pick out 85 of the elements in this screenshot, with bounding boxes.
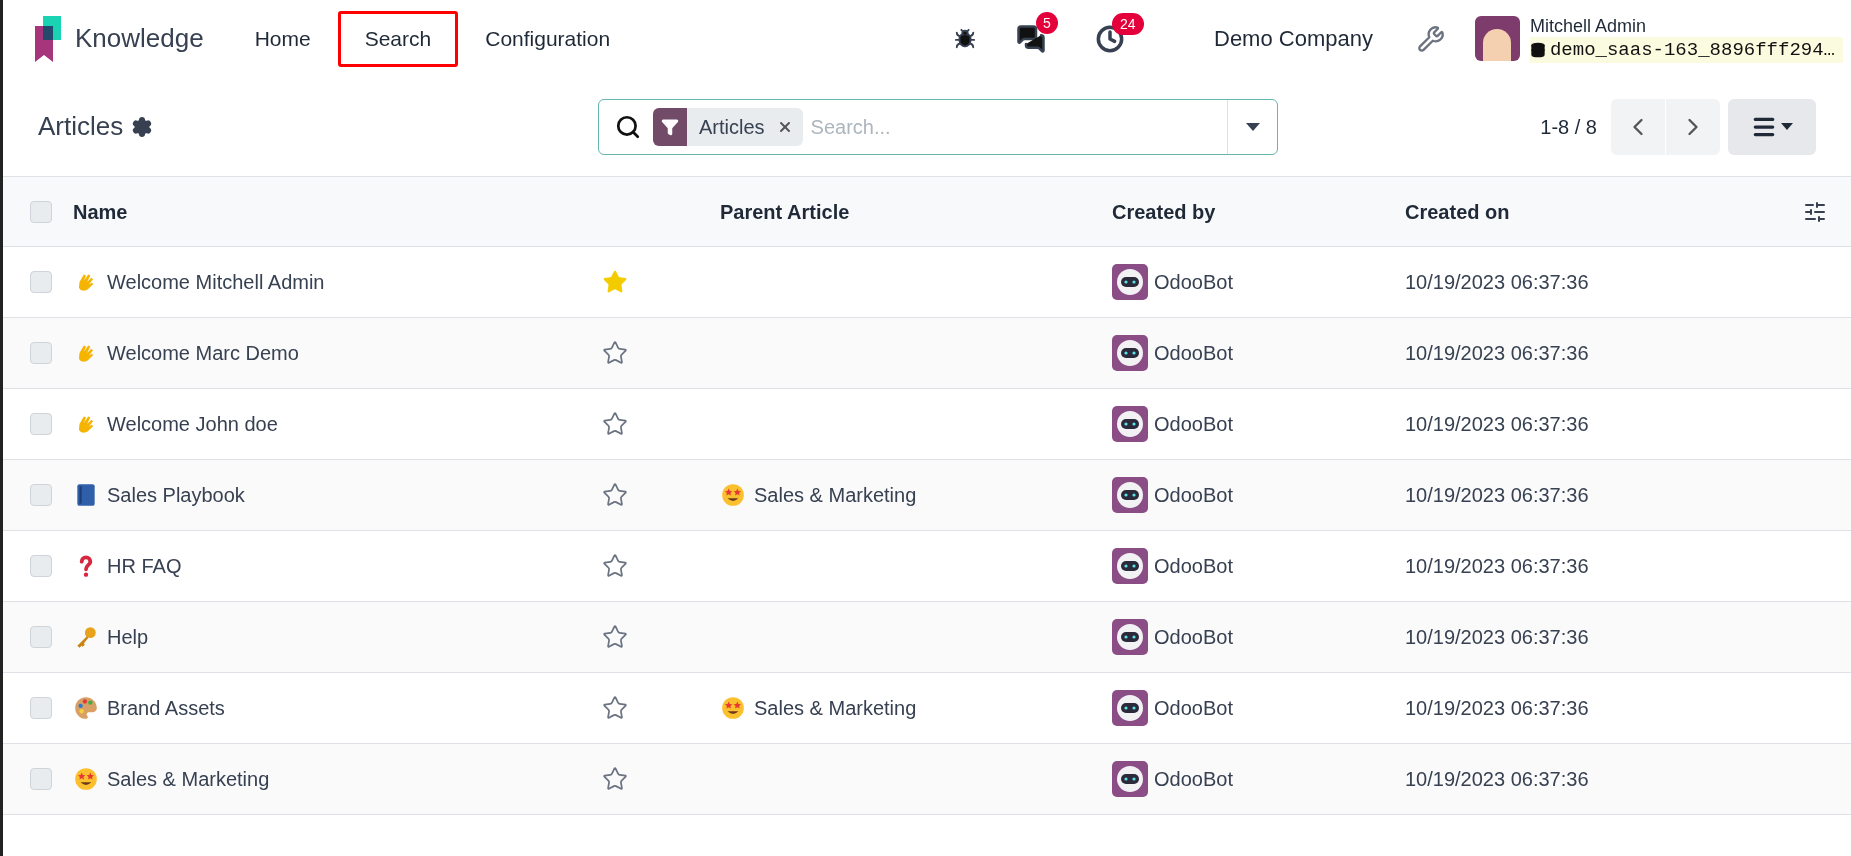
robot-avatar-icon <box>1112 406 1148 442</box>
settings-icon[interactable] <box>131 115 154 138</box>
creator-name: OdooBot <box>1154 696 1233 721</box>
favorite-star-icon[interactable] <box>602 411 628 437</box>
select-all-checkbox[interactable] <box>30 200 52 223</box>
row-checkbox[interactable] <box>30 413 52 435</box>
filter-icon <box>661 117 679 136</box>
row-checkbox[interactable] <box>30 626 52 648</box>
row-checkbox[interactable] <box>30 342 52 364</box>
created-date: 10/19/2023 06:37:36 <box>1405 554 1590 579</box>
page-title[interactable]: Articles <box>38 107 124 146</box>
creator-name: OdooBot <box>1154 625 1233 650</box>
row-checkbox[interactable] <box>30 484 52 506</box>
created-date: 10/19/2023 06:37:36 <box>1405 341 1590 366</box>
article-name: Help <box>107 625 149 650</box>
creator-name: OdooBot <box>1154 412 1233 437</box>
activity-count-badge: 24 <box>1112 12 1144 35</box>
column-header[interactable]: Created on <box>1405 196 1510 227</box>
row-checkbox[interactable] <box>30 697 52 719</box>
article-name: Welcome Marc Demo <box>107 341 299 366</box>
star-eyed-face-icon <box>720 695 746 721</box>
parent-article: Sales & Marketing <box>754 696 917 721</box>
tools-icon[interactable] <box>1416 24 1445 53</box>
article-name: Sales & Marketing <box>107 767 270 792</box>
star-eyed-face-icon <box>73 766 99 792</box>
search-input[interactable]: Search... <box>810 111 1227 142</box>
favorite-star-icon[interactable] <box>602 766 628 792</box>
caret-icon <box>1245 122 1260 131</box>
favorite-star-icon[interactable] <box>602 340 628 366</box>
creator-name: OdooBot <box>1154 270 1233 295</box>
parent-article: Sales & Marketing <box>754 483 917 508</box>
created-date: 10/19/2023 06:37:36 <box>1405 767 1590 792</box>
favorite-star-icon[interactable] <box>602 553 628 579</box>
company-name[interactable]: Demo Company <box>1214 22 1373 55</box>
favorite-star-icon[interactable] <box>602 624 628 650</box>
user-name[interactable]: Mitchell Admin <box>1529 14 1843 37</box>
column-header[interactable]: Created by <box>1112 196 1405 227</box>
robot-avatar-icon <box>1112 548 1148 584</box>
search-icon <box>615 113 641 140</box>
palette-icon <box>73 695 99 721</box>
article-name: Welcome John doe <box>107 412 278 437</box>
menu-item[interactable]: Search <box>337 10 459 67</box>
column-options-icon[interactable] <box>1803 199 1827 224</box>
favorite-star-icon[interactable] <box>602 482 628 508</box>
created-date: 10/19/2023 06:37:36 <box>1405 696 1590 721</box>
caret-icon <box>1781 123 1793 130</box>
created-date: 10/19/2023 06:37:36 <box>1405 270 1590 295</box>
list-view-button[interactable] <box>1728 98 1816 155</box>
creator-name: OdooBot <box>1154 767 1233 792</box>
created-date: 10/19/2023 06:37:36 <box>1405 483 1590 508</box>
column-header[interactable]: Name <box>73 196 600 227</box>
favorite-star-icon[interactable] <box>602 695 628 721</box>
row-checkbox[interactable] <box>30 768 52 790</box>
menu-item[interactable]: Home <box>227 10 338 67</box>
robot-avatar-icon <box>1112 264 1148 300</box>
column-header[interactable]: Parent Article <box>720 196 1112 227</box>
search-bar[interactable]: Articles Search... <box>598 98 1278 155</box>
row-checkbox[interactable] <box>30 271 52 293</box>
created-date: 10/19/2023 06:37:36 <box>1405 625 1590 650</box>
article-name: Brand Assets <box>107 696 225 721</box>
app-name[interactable]: Knowledge <box>75 19 204 58</box>
article-name: HR FAQ <box>107 554 182 579</box>
created-date: 10/19/2023 06:37:36 <box>1405 412 1590 437</box>
database-name: demo_saas-163_8896fff294… <box>1529 36 1843 63</box>
robot-avatar-icon <box>1112 335 1148 371</box>
row-checkbox[interactable] <box>30 555 52 577</box>
robot-avatar-icon <box>1112 690 1148 726</box>
message-count-badge: 5 <box>1036 11 1058 34</box>
user-avatar[interactable] <box>1474 16 1520 61</box>
database-icon <box>1529 41 1546 58</box>
robot-avatar-icon <box>1112 477 1148 513</box>
app-logo-icon <box>33 15 63 62</box>
creator-name: OdooBot <box>1154 341 1233 366</box>
filter-facet[interactable]: Articles <box>653 107 803 146</box>
creator-name: OdooBot <box>1154 483 1233 508</box>
pager-value[interactable]: 1-8 / 8 <box>1540 111 1597 142</box>
favorite-star-icon[interactable] <box>602 269 628 295</box>
article-name: Welcome Mitchell Admin <box>107 270 325 295</box>
star-eyed-face-icon <box>720 482 746 508</box>
article-name: Sales Playbook <box>107 483 245 508</box>
creator-name: OdooBot <box>1154 554 1233 579</box>
robot-avatar-icon <box>1112 619 1148 655</box>
bug-icon[interactable] <box>954 27 976 50</box>
robot-avatar-icon <box>1112 761 1148 797</box>
menu-item[interactable]: Configuration <box>458 10 638 67</box>
